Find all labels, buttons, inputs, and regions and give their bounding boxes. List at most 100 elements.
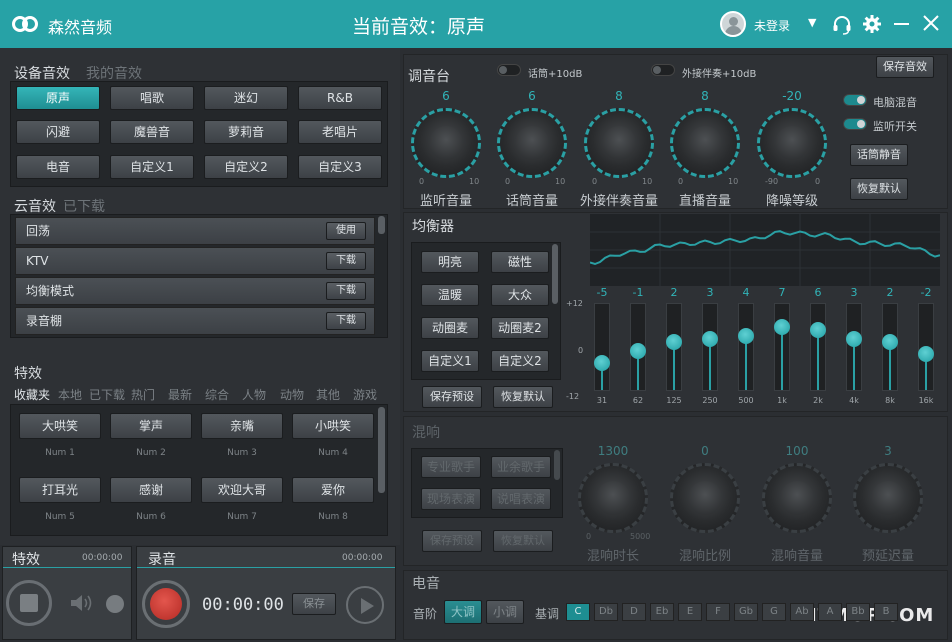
avatar[interactable] xyxy=(720,11,746,37)
eq-save-preset-button[interactable]: 保存预设 xyxy=(422,386,482,408)
eq-preset-button[interactable]: 自定义1 xyxy=(421,350,479,372)
eq-restore-button[interactable]: 恢复默认 xyxy=(493,386,553,408)
special-effects-tab[interactable]: 最新 xyxy=(168,386,192,403)
eq-slider-track[interactable] xyxy=(594,303,610,391)
save-recording-button[interactable]: 保存 xyxy=(292,593,336,615)
eq-slider-thumb[interactable] xyxy=(846,331,862,347)
eq-slider-track[interactable] xyxy=(666,303,682,391)
eq-preset-button[interactable]: 明亮 xyxy=(421,251,479,273)
reverb-knob[interactable] xyxy=(578,463,648,533)
reverb-preset-button[interactable]: 业余歌手 xyxy=(491,456,551,478)
list-item[interactable]: 均衡模式 下载 xyxy=(15,277,375,305)
chevron-down-icon[interactable]: ▼ xyxy=(808,16,816,29)
fx-volume-knob[interactable] xyxy=(106,595,124,613)
eq-preset-button[interactable]: 动圈麦 xyxy=(421,317,479,339)
device-effect-button[interactable]: 自定义3 xyxy=(298,155,382,179)
mixer-knob[interactable] xyxy=(757,108,827,178)
device-effect-button[interactable]: 唱歌 xyxy=(110,86,194,110)
electro-key-button[interactable]: B xyxy=(874,603,898,621)
device-effect-button[interactable]: 自定义2 xyxy=(204,155,288,179)
save-effect-button[interactable]: 保存音效 xyxy=(876,56,934,78)
special-effects-tab[interactable]: 热门 xyxy=(131,386,155,403)
eq-slider-thumb[interactable] xyxy=(630,343,646,359)
gear-icon[interactable] xyxy=(862,14,882,34)
electro-key-button[interactable]: D xyxy=(622,603,646,621)
mixer-knob[interactable] xyxy=(584,108,654,178)
reverb-save-preset-button[interactable]: 保存预设 xyxy=(422,530,482,552)
mic-boost-toggle[interactable] xyxy=(497,64,521,76)
special-effect-button[interactable]: 小哄笑 xyxy=(292,413,374,439)
eq-presets-scrollbar[interactable] xyxy=(552,244,558,304)
cloud-effect-action-button[interactable]: 使用 xyxy=(326,222,366,240)
electro-key-button[interactable]: A xyxy=(818,603,842,621)
minor-scale-button[interactable]: 小调 xyxy=(486,600,524,624)
eq-preset-button[interactable]: 温暖 xyxy=(421,284,479,306)
eq-preset-button[interactable]: 磁性 xyxy=(491,251,549,273)
cloud-effect-action-button[interactable]: 下载 xyxy=(326,312,366,330)
mixer-knob[interactable] xyxy=(497,108,567,178)
reverb-preset-button[interactable]: 现场表演 xyxy=(421,488,481,510)
device-effect-button[interactable]: 魔兽音 xyxy=(110,120,194,144)
electro-key-button[interactable]: F xyxy=(706,603,730,621)
eq-slider-thumb[interactable] xyxy=(702,331,718,347)
monitor-toggle[interactable] xyxy=(843,118,867,130)
special-effects-tab[interactable]: 本地 xyxy=(58,386,82,403)
reverb-restore-button[interactable]: 恢复默认 xyxy=(493,530,553,552)
special-effects-tab[interactable]: 游戏 xyxy=(353,386,377,403)
eq-slider-track[interactable] xyxy=(738,303,754,391)
minimize-icon[interactable] xyxy=(894,23,909,25)
special-effects-tab[interactable]: 综合 xyxy=(205,386,229,403)
speaker-icon[interactable] xyxy=(69,592,93,614)
fx-player-progress[interactable] xyxy=(3,567,131,568)
eq-slider-track[interactable] xyxy=(630,303,646,391)
eq-slider-track[interactable] xyxy=(774,303,790,391)
recorder-progress[interactable] xyxy=(137,567,395,568)
device-effect-button[interactable]: 老唱片 xyxy=(298,120,382,144)
device-effect-button[interactable]: 原声 xyxy=(16,86,100,110)
special-effects-tab[interactable]: 已下载 xyxy=(89,386,125,403)
close-icon[interactable] xyxy=(922,14,940,32)
device-effect-button[interactable]: 迷幻 xyxy=(204,86,288,110)
eq-preset-button[interactable]: 动圈麦2 xyxy=(491,317,549,339)
list-item[interactable]: KTV 下载 xyxy=(15,247,375,275)
reverb-presets-scrollbar[interactable] xyxy=(554,450,560,480)
electro-key-button[interactable]: E xyxy=(678,603,702,621)
device-effect-button[interactable]: R&B xyxy=(298,86,382,110)
special-effects-tab[interactable]: 收藏夹 xyxy=(14,386,50,403)
device-effect-button[interactable]: 电音 xyxy=(16,155,100,179)
tab-my-effects[interactable]: 我的音效 xyxy=(86,63,142,83)
reverb-knob[interactable] xyxy=(670,463,740,533)
tab-cloud-effects[interactable]: 云音效 xyxy=(14,196,56,216)
record-button[interactable] xyxy=(142,580,190,628)
special-effect-button[interactable]: 掌声 xyxy=(110,413,192,439)
electro-key-button[interactable]: Gb xyxy=(734,603,758,621)
eq-slider-thumb[interactable] xyxy=(666,334,682,350)
list-item[interactable]: 回荡 使用 xyxy=(15,217,375,245)
login-label[interactable]: 未登录 xyxy=(754,17,790,34)
tab-downloaded[interactable]: 已下载 xyxy=(63,196,105,216)
eq-preset-button[interactable]: 大众 xyxy=(491,284,549,306)
ext-boost-toggle[interactable] xyxy=(651,64,675,76)
eq-slider-track[interactable] xyxy=(882,303,898,391)
special-effects-tab[interactable]: 动物 xyxy=(280,386,304,403)
reverb-preset-button[interactable]: 专业歌手 xyxy=(421,456,481,478)
special-effect-button[interactable]: 爱你 xyxy=(292,477,374,503)
list-item[interactable]: 录音棚 下载 xyxy=(15,307,375,335)
device-effect-button[interactable]: 自定义1 xyxy=(110,155,194,179)
eq-slider-thumb[interactable] xyxy=(594,355,610,371)
reverb-preset-button[interactable]: 说唱表演 xyxy=(491,488,551,510)
eq-slider-thumb[interactable] xyxy=(774,319,790,335)
eq-slider-thumb[interactable] xyxy=(810,322,826,338)
special-effect-button[interactable]: 欢迎大哥 xyxy=(201,477,283,503)
special-effects-tab[interactable]: 其他 xyxy=(316,386,340,403)
eq-slider-track[interactable] xyxy=(846,303,862,391)
eq-slider-track[interactable] xyxy=(702,303,718,391)
headset-icon[interactable] xyxy=(831,14,853,36)
cloud-effect-action-button[interactable]: 下载 xyxy=(326,252,366,270)
reverb-knob[interactable] xyxy=(853,463,923,533)
electro-key-button[interactable]: G xyxy=(762,603,786,621)
mic-mute-button[interactable]: 话筒静音 xyxy=(850,144,908,166)
eq-slider-thumb[interactable] xyxy=(738,328,754,344)
electro-key-button[interactable]: Db xyxy=(594,603,618,621)
device-effect-button[interactable]: 闪避 xyxy=(16,120,100,144)
